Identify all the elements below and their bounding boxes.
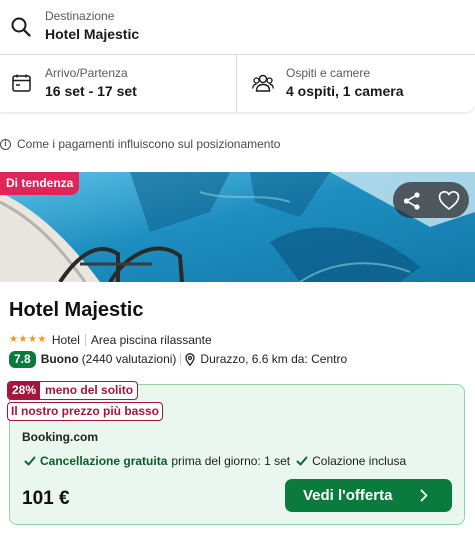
dates-value: 16 set - 17 set — [45, 83, 137, 99]
trend-badge: Di tendenza — [0, 172, 80, 195]
ranking-info-link[interactable]: i Come i pagamenti influiscono sul posiz… — [0, 136, 280, 152]
view-offer-label: Vedi l'offerta — [303, 487, 393, 504]
destination-label: Destinazione — [45, 9, 115, 23]
search-icon — [11, 17, 31, 37]
hotel-name[interactable]: Hotel Majestic — [9, 299, 143, 322]
destination-value: Hotel Majestic — [45, 26, 140, 42]
rating-word: Buono — [40, 352, 79, 366]
offer-price: 101 € — [22, 488, 70, 509]
free-cancellation-detail: prima del giorno: 1 set — [171, 454, 291, 468]
offer-provider: Booking.com — [22, 430, 99, 444]
review-count[interactable]: (2440 valutazioni) — [82, 352, 177, 366]
discount-text: meno del solito — [45, 383, 134, 397]
rating-row: 7.8 Buono (2440 valutazioni) Durazzo, 6.… — [9, 350, 347, 368]
guests-field[interactable]: Ospiti e camere 4 ospiti, 1 camera — [238, 55, 475, 112]
check-icon — [24, 456, 36, 466]
star-rating: ★ ★ ★ ★ — [9, 333, 47, 345]
star-icon: ★ — [9, 333, 18, 345]
dates-label: Arrivo/Partenza — [45, 66, 128, 80]
offer-features: Cancellazione gratuita prima del giorno:… — [24, 453, 406, 469]
map-pin-icon — [185, 352, 196, 366]
review-score-badge: 7.8 — [9, 350, 36, 368]
divider — [84, 333, 86, 346]
hotel-type: Hotel — [51, 332, 80, 347]
star-icon: ★ — [27, 333, 37, 345]
discount-percent: 28% — [8, 382, 41, 399]
share-icon[interactable] — [402, 191, 422, 211]
calendar-icon — [12, 74, 31, 92]
people-icon — [252, 74, 274, 92]
discount-badge: 28% meno del solito — [7, 381, 139, 400]
check-icon — [296, 456, 308, 466]
heart-icon[interactable] — [438, 190, 460, 211]
search-panel: Destinazione Hotel Majestic Arrivo/Parte… — [0, 0, 475, 112]
hotel-location[interactable]: Durazzo, 6.6 km da: Centro — [200, 352, 347, 366]
info-icon: i — [0, 138, 11, 150]
free-cancellation: Cancellazione gratuita — [40, 454, 168, 468]
destination-field[interactable]: Destinazione Hotel Majestic — [0, 0, 475, 55]
star-icon: ★ — [37, 333, 47, 345]
divider — [180, 353, 182, 365]
view-offer-button[interactable]: Vedi l'offerta — [285, 479, 452, 512]
breakfast-included: Colazione inclusa — [312, 454, 407, 468]
guests-value: 4 ospiti, 1 camera — [286, 83, 404, 99]
ranking-info-text: Come i pagamenti influiscono sul posizio… — [17, 137, 281, 151]
hotel-highlight: Area piscina rilassante — [90, 332, 212, 347]
chevron-right-icon — [420, 489, 428, 502]
hotel-meta: ★ ★ ★ ★ Hotel Area piscina rilassante — [9, 332, 212, 347]
dates-field[interactable]: Arrivo/Partenza 16 set - 17 set — [0, 55, 237, 112]
lowest-price-badge: Il nostro prezzo più basso — [7, 402, 164, 421]
guests-label: Ospiti e camere — [286, 66, 371, 80]
star-icon: ★ — [18, 333, 28, 345]
